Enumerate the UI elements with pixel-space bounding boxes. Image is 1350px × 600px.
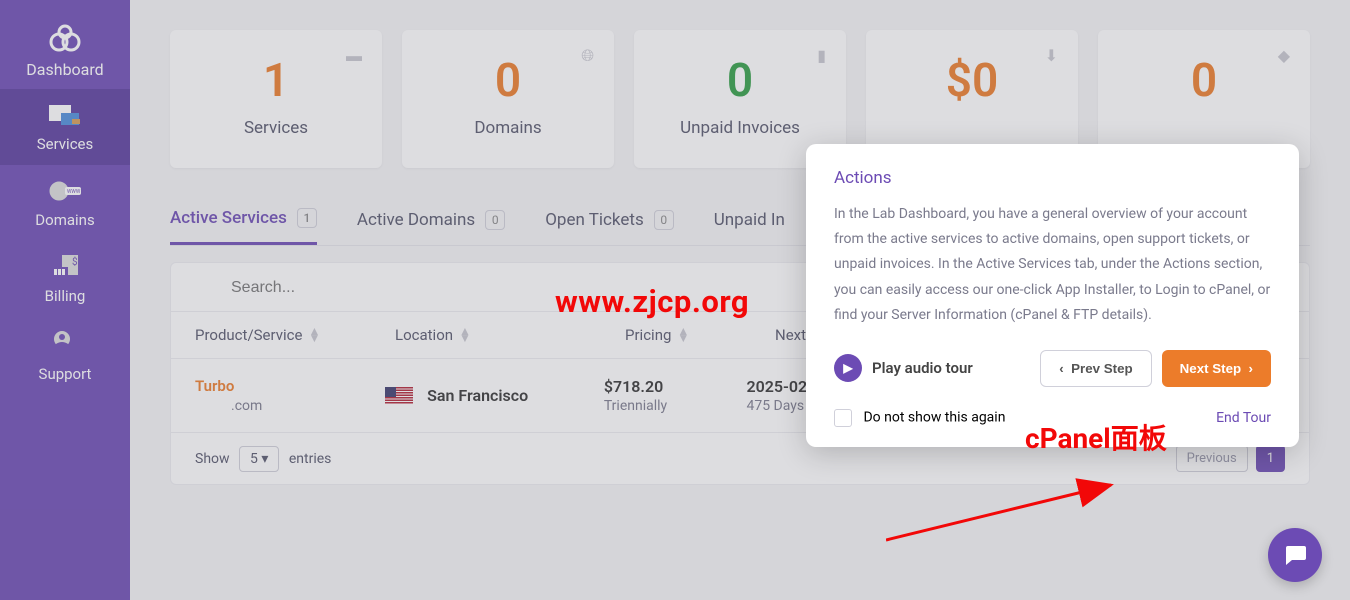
- stat-value: $0: [886, 54, 1058, 108]
- sidebar-item-label: Support: [39, 365, 92, 383]
- tab-label: Open Tickets: [545, 210, 644, 230]
- stat-value: 0: [654, 54, 826, 108]
- cell-product[interactable]: Turbo .com: [195, 377, 385, 414]
- stat-domains[interactable]: 🌐︎ 0 Domains: [402, 30, 614, 168]
- sort-icon: ▲▼: [459, 328, 471, 342]
- sidebar-item-support[interactable]: Support: [0, 317, 130, 395]
- tab-open-tickets[interactable]: Open Tickets 0: [545, 208, 674, 245]
- logo-icon: [43, 22, 87, 60]
- services-icon: [45, 101, 85, 129]
- stat-label: Unpaid Invoices: [654, 118, 826, 138]
- sort-icon: ▲▼: [677, 328, 689, 342]
- sidebar-item-label: Billing: [45, 287, 86, 305]
- sidebar-logo-label: Dashboard: [26, 60, 103, 79]
- tab-active-domains[interactable]: Active Domains 0: [357, 208, 505, 245]
- tab-badge: 1: [297, 208, 317, 228]
- tag-icon: ◆: [1278, 46, 1290, 65]
- cell-pricing: $718.20 Triennially: [604, 377, 747, 414]
- price-cycle: Triennially: [604, 398, 747, 414]
- svg-text:$: $: [72, 255, 78, 268]
- svg-text:WWW: WWW: [67, 189, 81, 195]
- show-entries: Show 5 ▾ entries: [195, 451, 331, 467]
- chat-icon: [1282, 542, 1308, 568]
- tour-popup: Actions In the Lab Dashboard, you have a…: [806, 144, 1299, 447]
- entries-select[interactable]: 5 ▾: [239, 446, 279, 472]
- sidebar-item-label: Services: [37, 135, 94, 153]
- location-text: San Francisco: [427, 386, 528, 405]
- tab-badge: 0: [654, 210, 674, 230]
- tab-label: Active Services: [170, 208, 287, 228]
- billing-icon: $: [48, 253, 82, 281]
- pagination: Previous 1: [1176, 445, 1285, 472]
- tab-badge: 0: [485, 210, 505, 230]
- price-amount: $718.20: [604, 377, 747, 396]
- sidebar: Dashboard Services WWW Domains $ Billing…: [0, 0, 130, 600]
- sidebar-item-services[interactable]: Services: [0, 89, 130, 165]
- sidebar-logo[interactable]: Dashboard: [0, 10, 130, 89]
- us-flag-icon: [385, 387, 413, 405]
- next-step-button[interactable]: Next Step ›: [1162, 350, 1271, 387]
- tab-unpaid-invoices[interactable]: Unpaid In: [714, 208, 785, 245]
- col-location[interactable]: Location▲▼: [395, 326, 625, 344]
- col-product[interactable]: Product/Service▲▼: [195, 326, 395, 344]
- play-audio-button[interactable]: ▶ Play audio tour: [834, 354, 973, 382]
- product-domain: .com: [231, 398, 385, 414]
- chat-widget[interactable]: [1268, 528, 1322, 582]
- support-icon: [48, 329, 82, 359]
- sidebar-item-label: Domains: [35, 211, 94, 229]
- file-icon: ▮: [817, 46, 826, 65]
- download-icon: ⬇: [1045, 46, 1058, 65]
- cpanel-annotation: cPanel面板: [1025, 417, 1167, 457]
- sort-icon: ▲▼: [308, 328, 320, 342]
- sidebar-item-domains[interactable]: WWW Domains: [0, 165, 130, 241]
- tab-active-services[interactable]: Active Services 1: [170, 208, 317, 245]
- cell-location: San Francisco: [385, 386, 604, 406]
- globe-icon: 🌐︎: [581, 46, 594, 66]
- tab-label: Active Domains: [357, 210, 475, 230]
- tab-label: Unpaid In: [714, 210, 785, 230]
- checkbox-icon[interactable]: [834, 409, 852, 427]
- play-icon: ▶: [834, 354, 862, 382]
- end-tour-link[interactable]: End Tour: [1216, 410, 1271, 426]
- dont-show-again[interactable]: Do not show this again: [834, 409, 1005, 427]
- stat-label: Services: [190, 118, 362, 138]
- monitor-icon: ▬: [346, 46, 362, 66]
- tour-body: In the Lab Dashboard, you have a general…: [834, 202, 1271, 328]
- prev-button[interactable]: Previous: [1176, 445, 1248, 472]
- prev-step-button[interactable]: ‹ Prev Step: [1040, 350, 1151, 387]
- product-name: Turbo: [195, 377, 385, 395]
- stat-label: Domains: [422, 118, 594, 138]
- play-label: Play audio tour: [872, 359, 973, 377]
- watermark-annotation: www.zjcp.org: [555, 283, 749, 320]
- stat-value: 0: [1118, 54, 1290, 108]
- col-pricing[interactable]: Pricing▲▼: [625, 326, 775, 344]
- stat-services[interactable]: ▬ 1 Services: [170, 30, 382, 168]
- search-input[interactable]: [199, 279, 499, 297]
- stat-value: 0: [422, 54, 594, 108]
- domains-icon: WWW: [47, 177, 83, 205]
- sidebar-item-billing[interactable]: $ Billing: [0, 241, 130, 317]
- page-1-button[interactable]: 1: [1256, 445, 1285, 472]
- tour-title: Actions: [834, 168, 1271, 188]
- stat-value: 1: [190, 54, 362, 108]
